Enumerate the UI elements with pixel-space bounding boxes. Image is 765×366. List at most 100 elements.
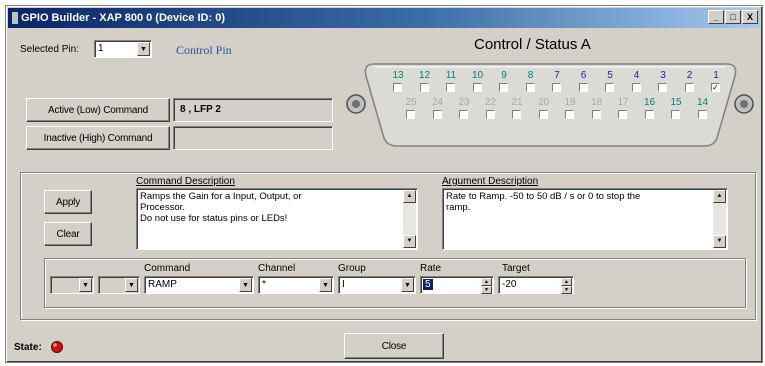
pin-label-3: 3	[660, 70, 666, 81]
pin-checkbox-19[interactable]	[565, 110, 574, 119]
pin-checkbox-10[interactable]	[472, 83, 482, 92]
pin-type-label: Control Pin	[176, 43, 232, 57]
command-description-text: Ramps the Gain for a Input, Output, or P…	[140, 191, 302, 224]
pin-checkbox-20[interactable]	[538, 110, 548, 119]
scroll-up-icon[interactable]: ▲	[713, 190, 726, 203]
pin-checkbox-11[interactable]	[446, 83, 455, 92]
pin-label-13: 13	[392, 70, 404, 81]
group-value: I	[342, 279, 345, 290]
rate-value[interactable]: 5	[423, 279, 433, 290]
pin-label-22: 22	[484, 97, 497, 108]
pin-checkbox-18[interactable]	[591, 110, 601, 119]
state-label: State:	[14, 342, 42, 353]
channel-label: Channel	[258, 263, 296, 274]
selected-pin-label: Selected Pin:	[20, 44, 79, 55]
pin-checkbox-1[interactable]: ✓	[711, 83, 720, 92]
clear-button[interactable]: Clear	[44, 222, 92, 246]
gpio-builder-window: GPIO Builder - XAP 800 0 (Device ID: 0) …	[5, 5, 763, 363]
chevron-down-icon[interactable]: ▼	[137, 42, 150, 56]
pin-checkbox-21[interactable]	[512, 110, 521, 119]
rate-stepper[interactable]: 5 ▲ ▼	[420, 276, 494, 294]
target-value[interactable]: -20	[502, 279, 516, 290]
chevron-down-icon[interactable]: ▼	[79, 278, 92, 292]
pin-label-8: 8	[527, 70, 534, 81]
chevron-down-icon[interactable]: ▼	[401, 278, 414, 292]
channel-dropdown[interactable]: * ▼	[258, 276, 334, 294]
scroll-up-icon[interactable]: ▲	[403, 190, 416, 203]
pin-checkbox-25[interactable]	[406, 110, 415, 119]
pin-checkbox-3[interactable]	[658, 83, 667, 92]
active-command-field: 8 , LFP 2	[173, 98, 333, 122]
pin-checkbox-2[interactable]	[684, 83, 694, 92]
rate-spin-buttons[interactable]: ▲ ▼	[481, 278, 492, 294]
pin-label-16: 16	[643, 97, 656, 108]
command-description-label: Command Description	[136, 176, 235, 187]
command-label: Command	[144, 263, 191, 274]
pin-checkbox-14[interactable]	[697, 110, 707, 119]
pin-label-15: 15	[670, 97, 682, 108]
pin-label-14: 14	[696, 97, 709, 108]
active-command-button[interactable]: Active (Low) Command	[26, 98, 170, 122]
pin-label-6: 6	[580, 70, 587, 81]
maximize-button[interactable]: □	[725, 10, 741, 24]
close-window-button[interactable]: X	[742, 10, 758, 24]
pin-checkbox-17[interactable]	[618, 110, 627, 119]
argument-description-text: Rate to Ramp. -50 to 50 dB / s or 0 to s…	[446, 191, 641, 213]
inactive-command-button[interactable]: Inactive (High) Command	[26, 126, 170, 150]
pin-checkbox-24[interactable]	[432, 110, 442, 119]
target-stepper[interactable]: -20 ▲ ▼	[498, 276, 574, 294]
pin-checkbox-6[interactable]	[578, 83, 588, 92]
pin-checkbox-7[interactable]	[552, 83, 561, 92]
pin-label-25: 25	[405, 97, 417, 108]
apply-button[interactable]: Apply	[44, 190, 92, 214]
pin-checkbox-23[interactable]	[459, 110, 468, 119]
pin-label-4: 4	[633, 70, 640, 81]
blank-dropdown-2[interactable]: ▼	[98, 276, 140, 294]
command-description-box[interactable]: Ramps the Gain for a Input, Output, or P…	[136, 188, 418, 250]
target-label: Target	[502, 263, 530, 274]
command-description-scrollbar[interactable]: ▲ ▼	[403, 190, 416, 248]
pin-label-17: 17	[617, 97, 629, 108]
pin-label-11: 11	[445, 70, 457, 81]
pin-checkbox-9[interactable]	[499, 83, 508, 92]
blank-dropdown-1[interactable]: ▼	[50, 276, 94, 294]
pin-label-2: 2	[686, 70, 693, 81]
chevron-down-icon[interactable]: ▼	[125, 278, 138, 292]
pin-label-20: 20	[537, 97, 550, 108]
inactive-command-field	[173, 126, 333, 150]
active-command-value: 8 , LFP 2	[180, 104, 221, 115]
selected-pin-dropdown[interactable]: 1 ▼	[94, 40, 152, 58]
group-dropdown[interactable]: I ▼	[338, 276, 416, 294]
chevron-down-icon[interactable]: ▼	[239, 278, 252, 292]
title-bar[interactable]: GPIO Builder - XAP 800 0 (Device ID: 0) …	[8, 8, 760, 28]
pin-label-10: 10	[471, 70, 484, 81]
group-label: Group	[338, 263, 366, 274]
argument-description-box[interactable]: Rate to Ramp. -50 to 50 dB / s or 0 to s…	[442, 188, 728, 250]
selected-pin-value: 1	[98, 43, 104, 54]
pin-checkbox-16[interactable]	[644, 110, 654, 119]
pin-checkbox-4[interactable]	[631, 83, 641, 92]
target-spin-buttons[interactable]: ▲ ▼	[561, 278, 572, 294]
pin-checkbox-22[interactable]	[485, 110, 495, 119]
scroll-down-icon[interactable]: ▼	[713, 235, 726, 248]
minimize-button[interactable]: _	[708, 10, 724, 24]
pin-label-24: 24	[431, 97, 444, 108]
pin-checkbox-15[interactable]	[671, 110, 680, 119]
pin-checkbox-5[interactable]	[605, 83, 614, 92]
scroll-down-icon[interactable]: ▼	[403, 235, 416, 248]
pin-checkbox-13[interactable]	[393, 83, 402, 92]
command-dropdown[interactable]: RAMP ▼	[144, 276, 254, 294]
argument-description-scrollbar[interactable]: ▲ ▼	[713, 190, 726, 248]
pin-checkbox-8[interactable]	[525, 83, 535, 92]
close-button[interactable]: Close	[344, 333, 444, 359]
connector-title: Control / Status A	[474, 36, 591, 53]
chevron-down-icon[interactable]: ▼	[319, 278, 332, 292]
pin-checkbox-12[interactable]	[419, 83, 429, 92]
pin-label-5: 5	[607, 70, 613, 81]
pin-label-19: 19	[564, 97, 576, 108]
pin-label-7: 7	[554, 70, 560, 81]
app-icon	[12, 12, 18, 24]
argument-description-label: Argument Description	[442, 176, 539, 187]
command-value: RAMP	[148, 279, 177, 290]
state-led-icon	[51, 341, 63, 353]
